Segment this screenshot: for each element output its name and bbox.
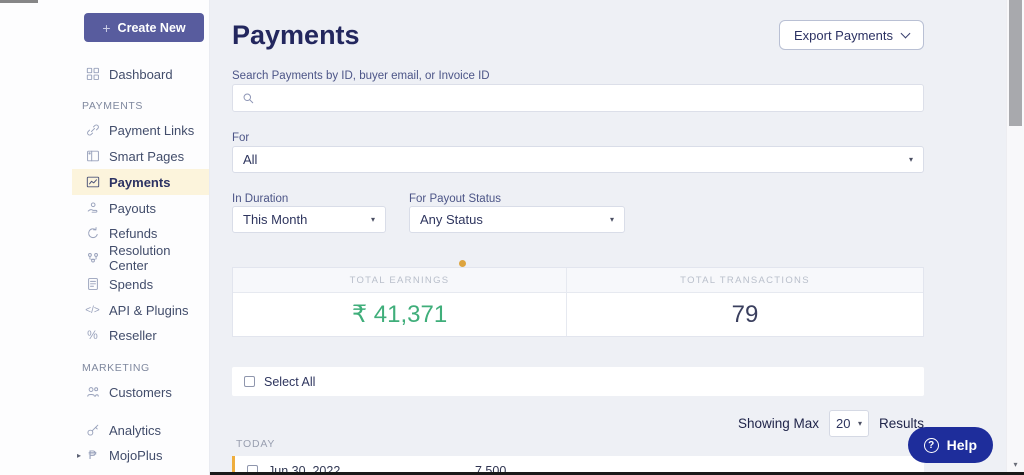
window-icon: [85, 149, 100, 164]
search-input[interactable]: [262, 91, 914, 106]
vertical-scrollbar[interactable]: ▾: [1006, 0, 1024, 475]
for-select-value: All: [243, 152, 257, 167]
for-select[interactable]: All ▾: [232, 146, 924, 173]
payout-status-select[interactable]: Any Status ▾: [409, 206, 625, 233]
duration-select[interactable]: This Month ▾: [232, 206, 386, 233]
stats-table: TOTAL EARNINGS TOTAL TRANSACTIONS ₹ 41,3…: [232, 267, 924, 337]
sidebar-item-payouts[interactable]: Payouts: [72, 195, 209, 221]
caret-down-icon: ▾: [909, 155, 913, 164]
percent-icon: %: [85, 328, 100, 343]
payments-dashboard-screen: + Create New Dashboard PAYMENTS Payment …: [0, 0, 1024, 475]
sidebar-item-label: Smart Pages: [109, 149, 184, 164]
sidebar-item-mojoplus[interactable]: ▸ ₱ MojoPlus: [72, 442, 209, 468]
chevron-down-icon: [901, 29, 911, 39]
group-label-today: TODAY: [236, 438, 275, 450]
page-title: Payments: [232, 20, 360, 51]
sidebar-item-label: Payment Links: [109, 123, 194, 138]
payout-hand-icon: [85, 201, 100, 216]
sidebar: + Create New Dashboard PAYMENTS Payment …: [0, 0, 210, 475]
total-earnings-value: ₹ 41,371: [233, 293, 567, 336]
caret-down-icon: ▾: [858, 419, 862, 428]
showing-max-row: Showing Max 20 ▾ Results: [232, 410, 924, 437]
export-payments-label: Export Payments: [794, 28, 893, 43]
caret-down-icon: ▾: [610, 215, 614, 224]
export-payments-button[interactable]: Export Payments: [779, 20, 924, 50]
line-chart-icon: [85, 175, 100, 190]
total-transactions-value: 79: [567, 293, 923, 336]
max-results-value: 20: [836, 416, 850, 431]
page-header: Payments Export Payments: [232, 18, 924, 52]
people-network-icon: [85, 251, 100, 266]
stats-value-row: ₹ 41,371 79: [233, 293, 923, 336]
help-button[interactable]: ? Help: [908, 427, 993, 463]
screenshot-artifact: [0, 0, 38, 3]
create-new-label: Create New: [118, 21, 186, 35]
receipt-icon: [85, 277, 100, 292]
stats-header-row: TOTAL EARNINGS TOTAL TRANSACTIONS: [233, 268, 923, 293]
sidebar-item-label: MojoPlus: [109, 448, 162, 463]
caret-down-icon: ▾: [371, 215, 375, 224]
sidebar-item-label: Spends: [109, 277, 153, 292]
search-icon: [242, 92, 255, 105]
sidebar-item-customers[interactable]: Customers: [72, 379, 209, 405]
refund-arrow-icon: [85, 226, 100, 241]
cursor-dot: [459, 260, 466, 267]
select-all-row[interactable]: Select All: [232, 367, 924, 396]
expand-caret-icon[interactable]: ▸: [73, 451, 85, 460]
sidebar-section-marketing: MARKETING: [82, 362, 150, 374]
scrollbar-thumb[interactable]: [1009, 0, 1022, 126]
sidebar-item-label: Reseller: [109, 328, 157, 343]
sidebar-item-smart-pages[interactable]: Smart Pages: [72, 143, 209, 169]
sidebar-item-reseller[interactable]: % Reseller: [72, 322, 209, 348]
mojo-currency-icon: ₱: [85, 448, 100, 463]
select-all-label: Select All: [264, 375, 315, 389]
payout-status-value: Any Status: [420, 212, 483, 227]
sidebar-item-label: Refunds: [109, 226, 157, 241]
sidebar-item-label: Customers: [109, 385, 172, 400]
sidebar-item-label: Payments: [109, 175, 170, 190]
scrollbar-down-arrow-icon[interactable]: ▾: [1007, 460, 1024, 469]
sidebar-item-label: API & Plugins: [109, 303, 189, 318]
plus-icon: +: [102, 20, 110, 36]
sidebar-item-payments[interactable]: Payments: [72, 169, 209, 195]
for-label: For: [232, 132, 249, 144]
link-icon: [85, 123, 100, 138]
search-label: Search Payments by ID, buyer email, or I…: [232, 70, 490, 82]
sidebar-item-api-plugins[interactable]: </> API & Plugins: [72, 297, 209, 323]
duration-select-value: This Month: [243, 212, 307, 227]
code-icon: </>: [85, 303, 100, 318]
sidebar-item-label: Analytics: [109, 423, 161, 438]
sidebar-item-label: Dashboard: [109, 67, 173, 82]
help-label: Help: [947, 437, 977, 453]
sidebar-item-payment-links[interactable]: Payment Links: [72, 117, 209, 143]
sidebar-item-label: Payouts: [109, 201, 156, 216]
search-box: [232, 84, 924, 112]
sidebar-item-spends[interactable]: Spends: [72, 271, 209, 297]
key-icon: [85, 423, 100, 438]
select-all-checkbox[interactable]: [244, 376, 255, 387]
payout-status-label: For Payout Status: [409, 193, 501, 205]
create-new-button[interactable]: + Create New: [84, 13, 204, 42]
main-panel: Payments Export Payments Search Payments…: [211, 0, 1006, 475]
max-results-select[interactable]: 20 ▾: [829, 410, 869, 437]
people-icon: [85, 385, 100, 400]
question-icon: ?: [924, 438, 939, 453]
sidebar-item-label: Resolution Center: [109, 243, 209, 273]
sidebar-item-resolution-center[interactable]: Resolution Center: [72, 245, 209, 271]
total-earnings-header: TOTAL EARNINGS: [233, 268, 567, 292]
sidebar-item-dashboard[interactable]: Dashboard: [72, 61, 209, 87]
duration-label: In Duration: [232, 193, 288, 205]
sidebar-item-analytics[interactable]: Analytics: [72, 417, 209, 443]
total-transactions-header: TOTAL TRANSACTIONS: [567, 268, 923, 292]
sidebar-section-payments: PAYMENTS: [82, 100, 143, 112]
grid-icon: [85, 67, 100, 82]
showing-max-label: Showing Max: [738, 416, 819, 431]
